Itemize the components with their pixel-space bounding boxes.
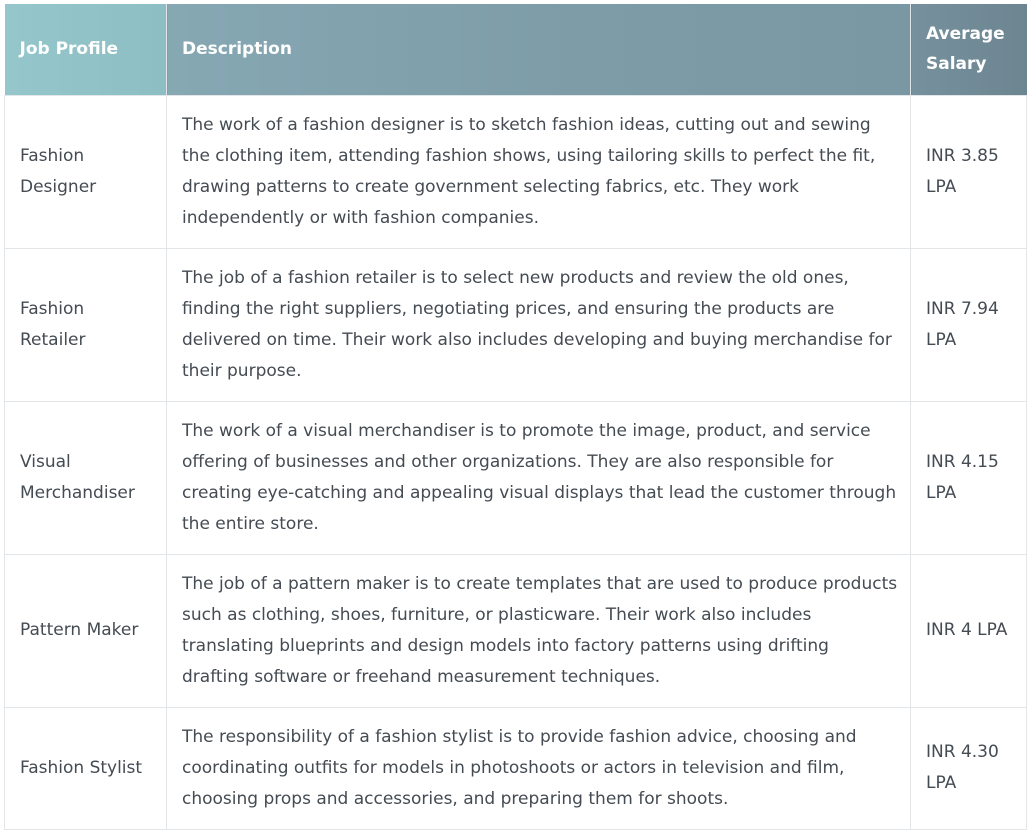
table-row: Pattern Maker The job of a pattern maker… xyxy=(4,553,1027,708)
cell-description: The responsibility of a fashion stylist … xyxy=(166,706,911,830)
table-row: Fashion Designer The work of a fashion d… xyxy=(4,94,1027,249)
cell-average-salary: INR 7.94 LPA xyxy=(910,247,1027,402)
cell-average-salary: INR 4.15 LPA xyxy=(910,400,1027,555)
cell-job-profile: Fashion Designer xyxy=(4,94,167,249)
table-row: Fashion Retailer The job of a fashion re… xyxy=(4,247,1027,402)
cell-job-profile: Visual Merchandiser xyxy=(4,400,167,555)
job-profiles-table: Job Profile Description Average Salary F… xyxy=(4,4,1027,830)
header-description: Description xyxy=(166,4,911,95)
header-job-profile: Job Profile xyxy=(4,4,167,95)
table-body: Fashion Designer The work of a fashion d… xyxy=(4,94,1027,830)
table-row: Fashion Stylist The responsibility of a … xyxy=(4,706,1027,830)
header-average-salary: Average Salary xyxy=(910,4,1027,95)
cell-description: The work of a fashion designer is to ske… xyxy=(166,94,911,249)
table-header-row: Job Profile Description Average Salary xyxy=(4,4,1027,95)
cell-description: The job of a pattern maker is to create … xyxy=(166,553,911,708)
cell-job-profile: Fashion Retailer xyxy=(4,247,167,402)
cell-average-salary: INR 3.85 LPA xyxy=(910,94,1027,249)
cell-description: The work of a visual merchandiser is to … xyxy=(166,400,911,555)
job-profiles-table-container: Job Profile Description Average Salary F… xyxy=(4,4,1027,830)
table-header: Job Profile Description Average Salary xyxy=(4,4,1027,95)
table-row: Visual Merchandiser The work of a visual… xyxy=(4,400,1027,555)
cell-average-salary: INR 4.30 LPA xyxy=(910,706,1027,830)
cell-description: The job of a fashion retailer is to sele… xyxy=(166,247,911,402)
cell-average-salary: INR 4 LPA xyxy=(910,553,1027,708)
cell-job-profile: Pattern Maker xyxy=(4,553,167,708)
cell-job-profile: Fashion Stylist xyxy=(4,706,167,830)
